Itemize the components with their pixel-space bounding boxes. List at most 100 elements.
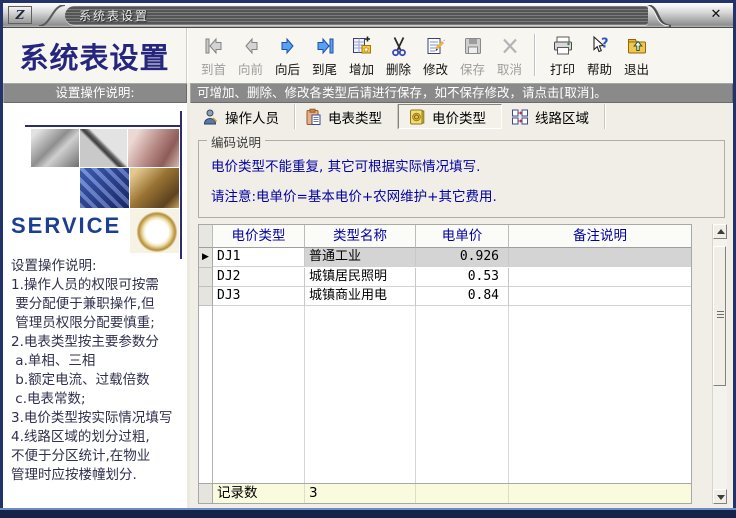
tabbar: 操作人员 电表类型 电价类型 线路区域 — [190, 103, 733, 130]
notice-bar: 可增加、删除、修改各类型后请进行保存，如不保存修改，请点击[取消]。 — [190, 83, 733, 103]
toolbar-add-button[interactable]: 增加 — [343, 31, 380, 78]
window-bottom-border — [0, 508, 736, 518]
toolbar-print-button[interactable]: 打印 — [544, 31, 581, 78]
filler-price-col — [416, 306, 509, 483]
tab-price[interactable]: 电价类型 — [398, 104, 502, 129]
tab-label: 电表类型 — [328, 107, 382, 127]
scrollbar-track[interactable] — [713, 239, 727, 489]
tab-label: 电价类型 — [432, 107, 486, 127]
groupbox-line1: 电价类型不能重复, 其它可根据实际情况填写. — [199, 155, 724, 175]
service-collage: SERVICE — [11, 107, 183, 253]
toolbar-button-label: 向前 — [232, 59, 269, 78]
tools-photo — [31, 129, 79, 167]
instruments-photo — [128, 129, 179, 167]
cell-note — [509, 268, 691, 287]
service-text: SERVICE — [11, 213, 121, 239]
toolbar-next-button[interactable]: 向后 — [269, 31, 306, 78]
filler-indicator-col — [199, 306, 213, 483]
grid-footer-row: 记录数 3 — [199, 483, 691, 503]
scrollbar-grip — [717, 311, 724, 319]
grid-empty-area — [199, 306, 691, 483]
exit-icon — [618, 32, 655, 59]
toolbar-exit-button[interactable]: 退出 — [618, 31, 655, 78]
price-type-grid: 电价类型类型名称电单价备注说明 ▶DJ1普通工业0.926DJ2城镇居民照明0.… — [198, 224, 692, 504]
table-row[interactable]: DJ2城镇居民照明0.53 — [199, 268, 691, 287]
toolbar-button-label: 打印 — [544, 59, 581, 78]
titlebar-stripe-band: 系统表设置 — [65, 6, 648, 25]
tab-person[interactable]: 操作人员 — [192, 104, 295, 129]
cell-note — [509, 287, 691, 306]
table-row[interactable]: DJ3城镇商业用电0.84 — [199, 287, 691, 306]
instruction-line: 管理员权限分配要慎重; — [11, 314, 183, 333]
toolbar-button-label: 修改 — [417, 59, 454, 78]
tab-clipboard[interactable]: 电表类型 — [295, 104, 398, 129]
instruction-line: 要分配便于兼职操作,但 — [11, 295, 183, 314]
modify-icon — [417, 32, 454, 59]
cell-name: 普通工业 — [305, 248, 416, 267]
tab-label: 线路区域 — [535, 107, 589, 127]
toolbar-last-button[interactable]: 到尾 — [306, 31, 343, 78]
area-icon — [511, 108, 529, 126]
print-icon — [544, 32, 581, 59]
toolbar-button-label: 帮助 — [581, 59, 618, 78]
app-logo-icon: Z — [8, 6, 32, 24]
collage-vertical-line — [180, 111, 182, 259]
page-title-box: 系统表设置 — [3, 28, 187, 83]
toolbar-help-button[interactable]: ?帮助 — [581, 31, 618, 78]
coding-note-groupbox: 编码说明 电价类型不能重复, 其它可根据实际情况填写. 请注意:电单价=基本电价… — [198, 140, 725, 218]
record-count-label: 记录数 — [213, 484, 305, 503]
toolbar-button-label: 到首 — [195, 59, 232, 78]
toolbar-button-label: 向后 — [269, 59, 306, 78]
row-indicator-cell — [199, 287, 213, 306]
vertical-scrollbar[interactable] — [712, 224, 727, 504]
cell-name: 城镇居民照明 — [305, 268, 416, 287]
sidebar: SERVICE 设置操作说明:1.操作人员的权限可按需 要分配便于兼职操作,但 … — [3, 103, 187, 508]
table-row[interactable]: ▶DJ1普通工业0.926 — [199, 248, 691, 268]
collage-horizontal-line — [25, 125, 182, 127]
column-header: 电单价 — [416, 225, 509, 248]
tab-area[interactable]: 线路区域 — [502, 104, 605, 129]
close-button[interactable]: ✕ — [706, 6, 726, 24]
pen-photo — [80, 129, 127, 167]
row-indicator-cell: ▶ — [199, 248, 213, 268]
filler-note-col — [509, 306, 691, 483]
help-icon: ? — [581, 32, 618, 59]
groupbox-line2: 请注意:电单价=基本电价+农网维护+其它费用. — [199, 185, 724, 205]
titlebar: Z 系统表设置 ✕ — [3, 3, 733, 28]
pocket-watch-photo — [130, 209, 179, 253]
toolbar-button-label: 保存 — [454, 59, 491, 78]
toolbar-modify-button[interactable]: 修改 — [417, 31, 454, 78]
cell-code: DJ1 — [213, 248, 305, 267]
prev-icon — [232, 32, 269, 59]
scroll-up-button[interactable] — [713, 224, 727, 239]
gold-parts-photo — [130, 168, 179, 208]
toolbar-delete-button[interactable]: 删除 — [380, 31, 417, 78]
toolbar-button-label: 删除 — [380, 59, 417, 78]
footer-indicator-cell — [199, 484, 213, 503]
column-header: 类型名称 — [305, 225, 416, 248]
toolbar: 到首向前向后到尾增加删除修改保存取消打印?帮助退出 — [187, 28, 733, 83]
toolbar-button-label: 增加 — [343, 59, 380, 78]
person-icon — [201, 108, 219, 126]
instruction-line: b.额定电流、过载倍数 — [11, 371, 183, 390]
cell-code: DJ2 — [213, 268, 305, 287]
keyboard-photo — [80, 168, 129, 208]
add-icon — [343, 32, 380, 59]
scrollbar-thumb[interactable] — [713, 246, 726, 386]
table-area: 电价类型类型名称电单价备注说明 ▶DJ1普通工业0.926DJ2城镇居民照明0.… — [198, 224, 727, 504]
instruction-line: 4.线路区域的划分过粗, — [11, 428, 183, 447]
instruction-line: 1.操作人员的权限可按需 — [11, 276, 183, 295]
last-icon — [306, 32, 343, 59]
instruction-line: 3.电价类型按实际情况填写 — [11, 409, 183, 428]
instruction-line: 设置操作说明: — [11, 257, 183, 276]
scroll-down-button[interactable] — [713, 489, 727, 504]
groupbox-title: 编码说明 — [207, 132, 265, 151]
footer-empty-cell — [509, 484, 691, 503]
toolbar-prev-button: 向前 — [232, 31, 269, 78]
tab-label: 操作人员 — [225, 107, 279, 127]
toolbar-separator — [534, 34, 536, 76]
cell-price: 0.53 — [416, 268, 509, 287]
column-header: 电价类型 — [213, 225, 305, 248]
titlebar-swoosh-right — [643, 5, 673, 27]
delete-icon — [380, 32, 417, 59]
